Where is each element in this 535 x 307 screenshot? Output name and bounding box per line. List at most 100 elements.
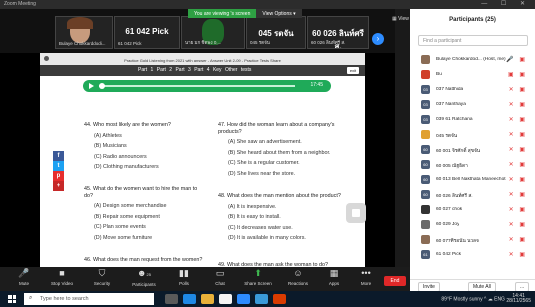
file-explorer-icon[interactable]	[201, 294, 214, 304]
share-plus-icon[interactable]: +	[53, 181, 64, 191]
participant-name: 61 042 Pick	[436, 252, 462, 257]
edge-icon[interactable]	[183, 294, 196, 304]
mic-status-icon[interactable]: 🎤 ▣	[506, 56, 527, 63]
participant-row[interactable]: 60 60 005 ณัฐธิดา ✕ ▣	[410, 159, 535, 171]
answer-option[interactable]: (B) Musicians	[84, 143, 204, 150]
participant-row[interactable]: 60 60 013 Bell Nakthata Maneechot ✕ ▣	[410, 174, 535, 186]
participant-row[interactable]: 03 037 Nanthaya ✕ ▣	[410, 99, 535, 111]
view-options-button[interactable]: View Options ▾	[256, 9, 302, 18]
mic-status-icon[interactable]: ✕ ▣	[509, 251, 527, 258]
audio-track[interactable]	[99, 85, 295, 87]
view-button[interactable]: ▦ View	[392, 16, 409, 22]
video-tile-tree[interactable]: นาย มก ชิดพง 0,...	[181, 16, 245, 49]
weather-label[interactable]: 89°F Mostly sunny	[441, 296, 482, 302]
audio-player[interactable]: 17:45	[83, 80, 331, 92]
answer-option[interactable]: (C) Radio announcers	[84, 154, 204, 161]
video-tile-60026[interactable]: 60 026 ลินท์ศรี ส. 60 026 ลินท์ศรี ส.	[307, 16, 369, 49]
participant-name: 60 027 chok	[436, 207, 463, 212]
stop-share-icon[interactable]	[346, 203, 366, 223]
participant-row[interactable]: 03 037 Natthida ✕ ▣	[410, 84, 535, 96]
avatar: 60	[421, 175, 430, 184]
system-tray: 89°F Mostly sunny ^ ☁ ENG 14:41 28/11/256…	[441, 294, 531, 304]
participant-name: 60 029 Joy	[436, 222, 460, 227]
end-meeting-button[interactable]: End	[384, 276, 406, 286]
avatar: 61	[421, 250, 430, 259]
tab-part-2[interactable]: Part 2	[157, 67, 172, 73]
tab-part-3[interactable]: Part 3	[175, 67, 190, 73]
mic-status-icon[interactable]: ✕ ▣	[509, 146, 527, 153]
windows-start-icon[interactable]	[8, 295, 16, 303]
mic-status-icon[interactable]: ▣ ▣	[508, 71, 527, 78]
avatar	[421, 55, 430, 64]
participant-row[interactable]: Bulaye Chokkardod... (Host, me) 🎤 ▣	[410, 54, 535, 66]
answer-option[interactable]: (B) Repair some equipment	[84, 214, 204, 221]
share-screen-button[interactable]: ⬆ Share Screen	[236, 268, 280, 286]
answer-option[interactable]: (C) She is a regular customer.	[218, 160, 348, 167]
participants-button[interactable]: ☻25 Participants	[122, 268, 166, 287]
taskbar-search-input[interactable]: ⌕ Type here to search	[24, 293, 154, 305]
mic-status-icon[interactable]: ✕ ▣	[509, 176, 527, 183]
participant-row[interactable]: 60 027 chok ✕ ▣	[410, 204, 535, 216]
audio-scrubber[interactable]	[99, 83, 105, 89]
participant-row[interactable]: 60 60 026 ลินท์ศรี ส. ✕ ▣	[410, 189, 535, 201]
zoom-icon[interactable]	[237, 294, 250, 304]
answer-option[interactable]: (A) She saw an advertisement.	[218, 139, 348, 146]
clock[interactable]: 14:41 28/11/2565	[506, 294, 531, 304]
chrome-icon[interactable]	[219, 294, 232, 304]
tile-name: นาย มก ชิดพง 0,...	[185, 40, 222, 45]
answer-option[interactable]: (D) Clothing manufacturers	[84, 164, 204, 171]
video-tile-host[interactable]: Bulaye Chokkarddodi...	[55, 16, 113, 49]
parts-links: Part 1 Part 2 Part 3 Part 4 Key Other te…	[138, 67, 251, 73]
tab-other-tests[interactable]: Other tests	[225, 67, 251, 73]
mic-status-icon[interactable]: ✕ ▣	[509, 161, 527, 168]
store-icon[interactable]	[255, 294, 268, 304]
participant-row[interactable]: 60 077ศิรอนัน นวลจ ✕ ▣	[410, 234, 535, 246]
answer-option[interactable]: (A) Design some merchandise	[84, 203, 204, 210]
tab-part-4[interactable]: Part 4	[194, 67, 209, 73]
task-view-icon[interactable]	[165, 294, 178, 304]
participant-row[interactable]: 045 รตจัน ✕ ▣	[410, 129, 535, 141]
answer-option[interactable]: (B) It is easy to install.	[218, 214, 348, 221]
video-tile-045[interactable]: 045 รตจัน 045 รตจัน	[246, 16, 306, 49]
video-tile-pick[interactable]: 61 042 Pick 61 042 Pick	[114, 16, 180, 49]
search-participant-input[interactable]: Find a participant	[418, 35, 528, 46]
facebook-icon[interactable]: f	[53, 151, 64, 161]
mic-status-icon[interactable]: ✕ ▣	[509, 236, 527, 243]
tab-key[interactable]: Key	[213, 67, 222, 73]
window-controls[interactable]: — ☐ ✕	[481, 0, 531, 7]
answer-option[interactable]: (B) She heard about them from a neighbor…	[218, 150, 348, 157]
answer-option[interactable]: (C) Plan some events	[84, 224, 204, 231]
mic-status-icon[interactable]: ✕ ▣	[509, 116, 527, 123]
twitter-icon[interactable]: t	[53, 161, 64, 171]
more-button[interactable]: ••• More	[344, 268, 388, 286]
answer-option[interactable]: (C) It decreases water use.	[218, 225, 348, 232]
mic-status-icon[interactable]: ✕ ▣	[509, 221, 527, 228]
tab-part-1[interactable]: Part 1	[138, 67, 153, 73]
next-page-icon[interactable]: ›	[372, 33, 384, 45]
exit-button[interactable]: exit	[347, 67, 359, 74]
answer-option[interactable]: (D) She lives near the store.	[218, 171, 348, 178]
tray-icons[interactable]: ^ ☁ ENG	[484, 296, 505, 302]
participant-row[interactable]: 60 60 001 จิรศักดิ์ สุขจัน ✕ ▣	[410, 144, 535, 156]
participant-row[interactable]: 61 61 042 Pick ✕ ▣	[410, 249, 535, 261]
play-icon[interactable]	[89, 83, 94, 89]
participant-row[interactable]: Bu ▣ ▣	[410, 69, 535, 81]
shared-screen-area: Practice Gold Listening from 2021 with a…	[0, 53, 395, 268]
pinterest-icon[interactable]: p	[53, 171, 64, 181]
mic-status-icon[interactable]: ✕ ▣	[509, 191, 527, 198]
security-button[interactable]: ⛉ Security	[80, 268, 124, 286]
participant-row[interactable]: 60 029 Joy ✕ ▣	[410, 219, 535, 231]
participant-row[interactable]: 03 039 61 Ratchana ✕ ▣	[410, 114, 535, 126]
viewing-label: You are viewing 's screen	[188, 9, 257, 18]
mic-status-icon[interactable]: ✕ ▣	[509, 206, 527, 213]
page-title: Practice Gold Listening from 2021 with a…	[124, 58, 281, 63]
mic-status-icon[interactable]: ✕ ▣	[509, 86, 527, 93]
mic-status-icon[interactable]: ✕ ▣	[509, 131, 527, 138]
answer-option[interactable]: (D) It is available in many colors.	[218, 235, 348, 242]
answer-option[interactable]: (A) Athletes	[84, 133, 204, 140]
answer-option[interactable]: (A) It is inexpensive.	[218, 204, 348, 211]
mic-status-icon[interactable]: ✕ ▣	[509, 101, 527, 108]
answer-option[interactable]: (D) Move some furniture	[84, 235, 204, 242]
office-icon[interactable]	[273, 294, 286, 304]
stop-video-button[interactable]: ■ Stop Video	[40, 268, 84, 286]
